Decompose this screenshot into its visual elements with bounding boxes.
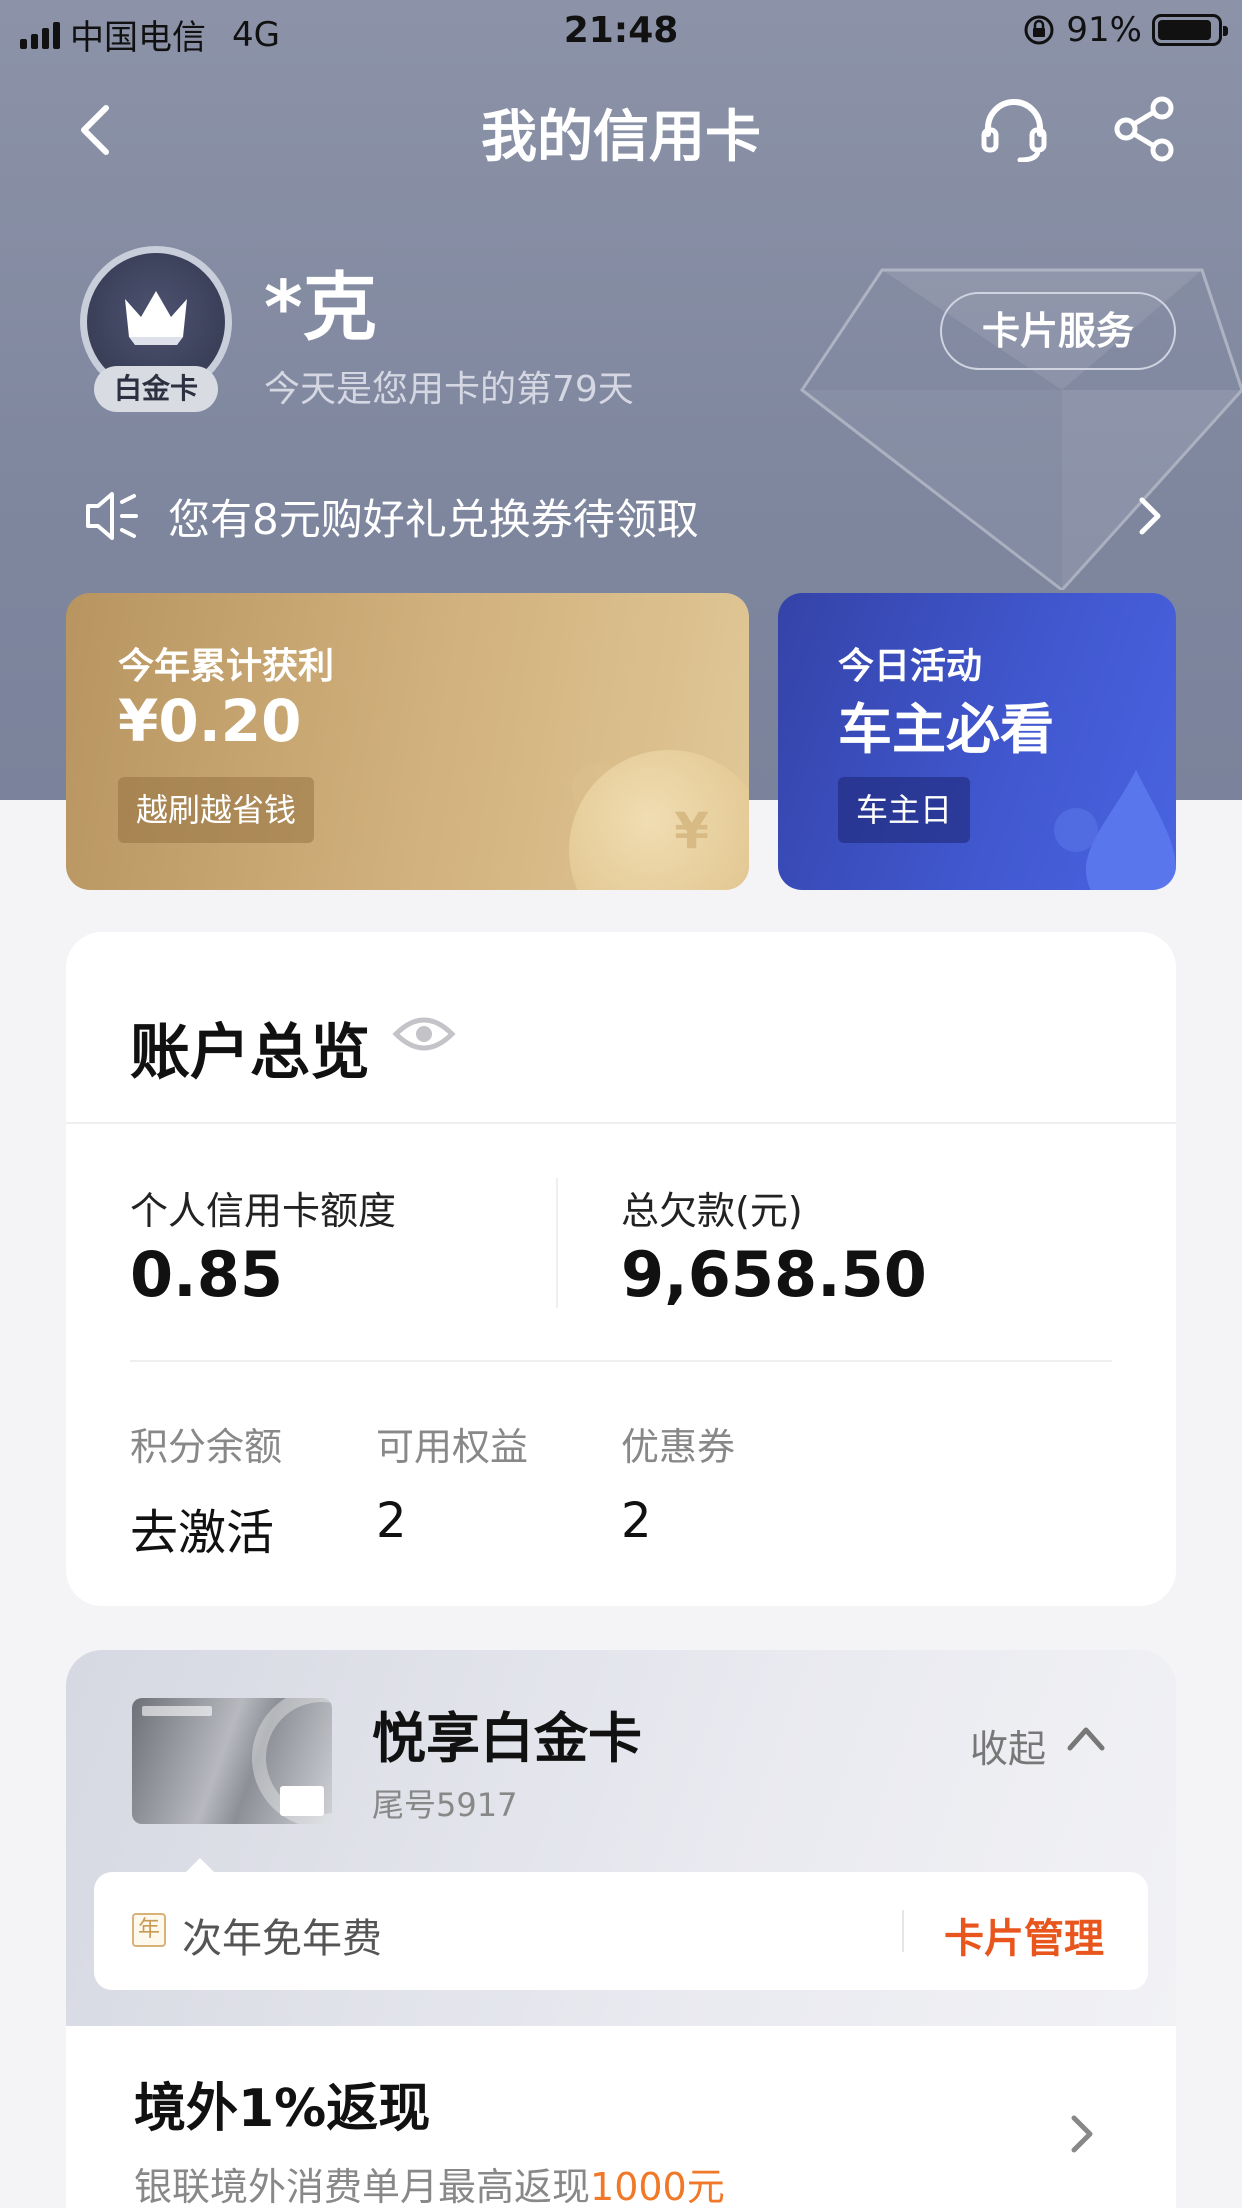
activity-title: 车主必看 [838,698,1054,761]
yearly-profit-card[interactable]: ¥ 今年累计获利 ¥0.20 越刷越省钱 [66,593,749,890]
user-name: *克 [264,265,377,351]
unionpay-logo [280,1786,324,1816]
promo-subtitle: 银联境外消费单月最高返现1000元 [134,2156,725,2208]
tier-badge: 白金卡 [94,366,218,412]
stat-value: 2 [376,1493,407,1549]
credit-limit-value[interactable]: 0.85 [130,1238,283,1311]
share-icon[interactable] [1112,96,1178,162]
notice-text: 您有8元购好礼兑换券待领取 [168,494,699,544]
crown-icon [125,291,187,345]
card-service-button[interactable]: 卡片服务 [940,292,1176,370]
card-tail-number: 尾号5917 [372,1786,518,1824]
account-overview: 账户总览 个人信用卡额度 0.85 总欠款(元) 9,658.50 积分余额 去… [66,932,1176,1606]
divider [902,1910,904,1952]
year-badge: 年 [132,1913,166,1947]
card-name: 悦享白金卡 [372,1707,642,1770]
battery-level [1158,20,1211,40]
points-stat[interactable]: 积分余额 去激活 [130,1416,282,1563]
promo-item[interactable]: 境外1%返现 银联境外消费单月最高返现1000元 [66,2026,1176,2208]
divider [556,1178,558,1308]
credit-limit-label: 个人信用卡额度 [130,1189,397,1233]
profit-tag: 越刷越省钱 [118,777,315,843]
chevron-right-icon [1071,2115,1093,2153]
card-image[interactable] [132,1698,332,1824]
promo-subtitle-text: 银联境外消费单月最高返现 [134,2165,591,2208]
total-debt-label: 总欠款(元) [621,1189,803,1233]
stat-value: 2 [621,1493,652,1549]
notice-bar[interactable]: 您有8元购好礼兑换券待领取 [84,486,1164,546]
profit-value: ¥0.20 [118,687,302,755]
annual-fee-text: 次年免年费 [182,1916,382,1962]
promo-title: 境外1%返现 [134,2079,431,2139]
battery-percent: 91% [1066,10,1142,50]
speaker-icon [86,492,138,540]
stat-value: 去激活 [130,1505,275,1561]
total-debt-value[interactable]: 9,658.50 [621,1238,927,1311]
overview-title: 账户总览 [130,1018,370,1088]
drop-icon [1054,770,1176,890]
coupons-stat[interactable]: 优惠券 2 [621,1416,735,1549]
page-title: 我的信用卡 [481,105,761,170]
profit-label: 今年累计获利 [118,646,335,687]
battery-icon [1152,14,1228,46]
stat-label: 可用权益 [376,1425,529,1469]
daily-activity-card[interactable]: 今日活动 车主必看 车主日 [778,593,1176,890]
stat-label: 优惠券 [621,1425,736,1469]
activity-tag: 车主日 [838,777,971,843]
chevron-right-icon [1139,497,1161,535]
stat-label: 积分余额 [130,1425,283,1469]
chevron-up-icon[interactable] [1066,1724,1106,1752]
eye-icon[interactable] [392,1012,456,1056]
divider [66,1122,1176,1124]
bank-logo [142,1706,212,1716]
annual-fee-bar: 年 次年免年费 卡片管理 [94,1858,1148,1990]
usage-days: 今天是您用卡的第79天 [264,369,634,410]
coin-symbol: ¥ [674,802,709,860]
rotation-lock-icon [1024,15,1054,45]
nav-bar: 我的信用卡 [0,62,1242,192]
activity-label: 今日活动 [838,646,983,687]
promo-highlight: 1000元 [590,2165,725,2208]
customer-service-icon[interactable] [978,98,1050,162]
divider [130,1360,1112,1362]
collapse-button[interactable]: 收起 [970,1718,1046,1773]
card-manage-button[interactable]: 卡片管理 [944,1906,1104,1964]
benefits-stat[interactable]: 可用权益 2 [376,1416,528,1549]
status-bar: 中国电信 4G 21:48 91% [0,0,1242,62]
